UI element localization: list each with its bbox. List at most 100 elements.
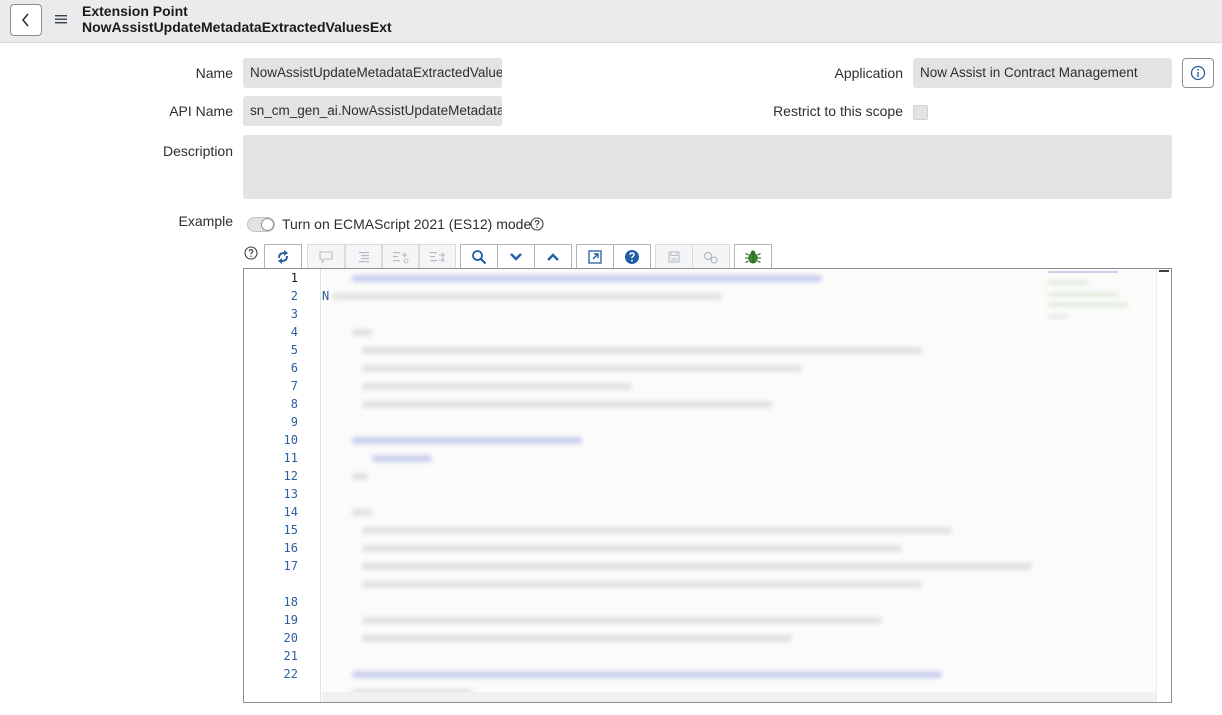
- code-line: [362, 365, 802, 372]
- code-line: [352, 275, 822, 282]
- link-gear-icon: [703, 251, 718, 264]
- line-number: 16: [283, 541, 298, 555]
- line-number: 1: [290, 271, 298, 285]
- save-button[interactable]: [655, 244, 693, 269]
- find-previous-button[interactable]: [534, 244, 572, 269]
- hamburger-icon[interactable]: [55, 13, 68, 25]
- script-debugger-button[interactable]: [692, 244, 730, 269]
- line-number: 2: [290, 289, 298, 303]
- code-line: [372, 455, 432, 462]
- minimap-line: [1048, 271, 1118, 273]
- line-number: 18: [283, 595, 298, 609]
- code-line: [362, 635, 792, 642]
- search-icon: [472, 249, 487, 264]
- save-icon: [668, 250, 680, 263]
- question-circle-icon: [625, 249, 639, 264]
- code-line: [352, 671, 942, 678]
- application-label: Application: [834, 65, 904, 81]
- es12-toggle-label: Turn on ECMAScript 2021 (ES12) mode: [282, 216, 532, 232]
- line-number: 15: [283, 523, 298, 537]
- line-number: 9: [290, 415, 298, 429]
- line-number: 22: [283, 667, 298, 681]
- code-line: [352, 473, 368, 480]
- api-name-label: API Name: [169, 103, 233, 119]
- line-number: 5: [290, 343, 298, 357]
- scroll-thumb[interactable]: [1159, 270, 1169, 272]
- code-line: [362, 527, 952, 534]
- record-name-label: NowAssistUpdateMetadataExtractedValuesEx…: [82, 19, 392, 35]
- code-first-char: N: [322, 289, 330, 303]
- line-number: 14: [283, 505, 298, 519]
- es12-toggle[interactable]: [247, 217, 275, 232]
- comment-icon: [319, 250, 333, 263]
- code-line: [362, 383, 632, 390]
- debug-button[interactable]: [734, 244, 772, 269]
- info-icon: [1190, 65, 1206, 81]
- line-number: 19: [283, 613, 298, 627]
- line-number: 20: [283, 631, 298, 645]
- editor-vertical-scrollbar[interactable]: [1156, 269, 1171, 702]
- line-number: 8: [290, 397, 298, 411]
- name-input[interactable]: NowAssistUpdateMetadataExtractedValuesEx…: [243, 58, 502, 88]
- search-button[interactable]: [460, 244, 498, 269]
- api-name-input[interactable]: sn_cm_gen_ai.NowAssistUpdateMetadataExtr…: [243, 96, 502, 126]
- editor-horizontal-scrollbar[interactable]: [322, 692, 1156, 702]
- restrict-scope-checkbox[interactable]: [913, 105, 928, 120]
- code-line: [352, 509, 372, 516]
- line-number: 21: [283, 649, 298, 663]
- replace-button[interactable]: [382, 244, 419, 269]
- description-label: Description: [162, 143, 233, 159]
- line-number: 7: [290, 379, 298, 393]
- comment-button[interactable]: [307, 244, 345, 269]
- code-line: [332, 293, 722, 300]
- code-line: [362, 545, 902, 552]
- fullscreen-button[interactable]: [576, 244, 614, 269]
- syntax-toggle-icon: [278, 249, 288, 264]
- description-textarea[interactable]: [243, 135, 1172, 199]
- chevron-up-icon: [547, 252, 559, 261]
- toggle-syntax-button[interactable]: [264, 244, 302, 269]
- code-line: [352, 329, 372, 336]
- find-next-button[interactable]: [497, 244, 535, 269]
- replace-icon: [392, 251, 408, 263]
- name-label: Name: [195, 65, 233, 81]
- editor-help-icon[interactable]: [244, 246, 258, 260]
- line-number: 13: [283, 487, 298, 501]
- minimap-line: [1048, 281, 1088, 284]
- line-number: 11: [283, 451, 298, 465]
- bug-icon: [745, 250, 761, 263]
- line-number: 4: [290, 325, 298, 339]
- code-line: [362, 617, 882, 624]
- record-type-label: Extension Point: [82, 3, 188, 19]
- chevron-left-icon: [21, 13, 29, 27]
- code-content[interactable]: N: [322, 269, 1156, 702]
- line-number: 12: [283, 469, 298, 483]
- restrict-scope-label: Restrict to this scope: [773, 103, 903, 119]
- line-number: 3: [290, 307, 298, 321]
- line-number: 17: [283, 559, 298, 573]
- toggle-knob: [261, 218, 274, 231]
- page-title: Extension Point NowAssistUpdateMetadataE…: [82, 3, 392, 35]
- code-line: [362, 347, 922, 354]
- es12-help-icon[interactable]: [530, 217, 544, 231]
- line-number-gutter: 1 2 3 4 5 6 7 8 9 10 11 12 13 14 15 16 1…: [244, 269, 321, 702]
- application-info-button[interactable]: [1182, 58, 1214, 88]
- code-line: [362, 401, 772, 408]
- back-button[interactable]: [10, 4, 42, 36]
- form-header: Extension Point NowAssistUpdateMetadataE…: [0, 0, 1222, 43]
- code-line: [352, 437, 582, 444]
- code-line: [362, 581, 922, 588]
- minimap-line: [1048, 303, 1128, 306]
- application-input[interactable]: Now Assist in Contract Management: [913, 58, 1172, 88]
- line-number: 10: [283, 433, 298, 447]
- format-lines-icon: [358, 251, 369, 262]
- code-line: [362, 563, 1032, 570]
- line-number: 6: [290, 361, 298, 375]
- replace-all-button[interactable]: [419, 244, 456, 269]
- code-minimap[interactable]: [1044, 271, 1136, 331]
- format-code-button[interactable]: [345, 244, 382, 269]
- chevron-down-icon: [510, 252, 522, 261]
- minimap-line: [1048, 293, 1118, 296]
- editor-help-button[interactable]: [613, 244, 651, 269]
- code-editor[interactable]: 1 2 3 4 5 6 7 8 9 10 11 12 13 14 15 16 1…: [243, 268, 1172, 703]
